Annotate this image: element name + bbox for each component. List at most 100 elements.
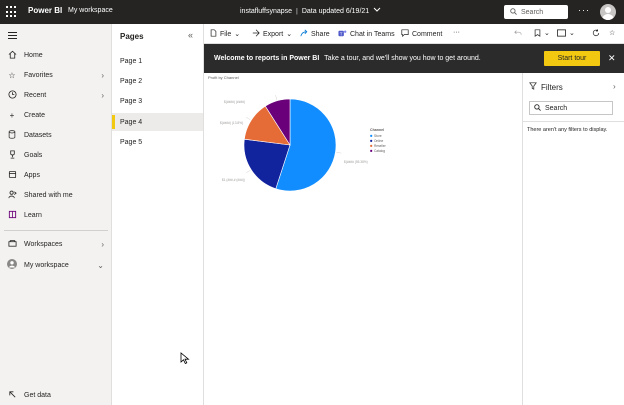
share-icon	[300, 29, 308, 39]
pie-data-label: $(#### (55.38%)	[344, 160, 368, 164]
export-menu-button[interactable]: Export ⌄	[252, 29, 292, 39]
search-label: Search	[521, 8, 544, 16]
clock-icon	[0, 89, 24, 101]
legend-label: Store	[374, 134, 382, 138]
filters-empty-text: There aren't any filters to display.	[527, 127, 608, 133]
nav-label: My workspace	[24, 261, 69, 269]
app-launcher-icon[interactable]	[6, 6, 18, 18]
user-avatar[interactable]	[600, 4, 616, 20]
nav-label: Workspaces	[24, 240, 63, 248]
collapse-pages-icon[interactable]: «	[188, 30, 193, 40]
nav-item-home[interactable]: Home	[0, 46, 112, 64]
star-icon: ☆	[8, 70, 16, 80]
trophy-icon	[0, 149, 24, 161]
nav-label: Get data	[24, 391, 51, 399]
nav-label: Create	[24, 111, 46, 119]
chevron-down-icon	[373, 7, 381, 15]
favorite-star-icon[interactable]: ☆	[609, 29, 615, 37]
legend-marker[interactable]	[370, 139, 373, 142]
left-navigation: Home ☆ Favorites › Recent › + Create Dat…	[0, 24, 112, 405]
banner-message: Welcome to reports in Power BI Take a to…	[214, 55, 481, 62]
banner-text: Take a tour, and we'll show you how to g…	[324, 55, 481, 62]
chevron-down-icon[interactable]: ⌄	[97, 261, 104, 270]
pie-data-label: $1 (###,# (###))	[222, 178, 245, 182]
filters-search-input[interactable]: Search	[529, 101, 613, 115]
svg-text:T: T	[340, 31, 343, 36]
nav-label: Goals	[24, 151, 43, 159]
global-search-box[interactable]: Search	[504, 5, 568, 19]
home-icon	[0, 50, 24, 61]
workspaces-icon	[0, 239, 24, 250]
nav-item-my-workspace[interactable]: My workspace ⌄	[0, 256, 112, 274]
search-icon	[510, 7, 517, 17]
nav-item-apps[interactable]: Apps	[0, 166, 112, 184]
chevron-right-icon[interactable]: ›	[613, 82, 616, 91]
comment-icon	[401, 29, 409, 39]
chat-label: Chat in Teams	[350, 31, 395, 38]
file-label: File	[220, 30, 232, 38]
page-tab[interactable]: Page 2	[112, 72, 203, 90]
hamburger-menu-icon[interactable]	[8, 32, 17, 41]
page-tab-active[interactable]: Page 4	[112, 113, 203, 131]
pie-chart[interactable]: $(#### (55.38%) $1 (###,# (###)) $(####) (…	[204, 81, 522, 201]
comment-button[interactable]: Comment	[401, 29, 442, 39]
file-menu-button[interactable]: File ⌄	[210, 29, 240, 39]
share-button[interactable]: Share	[300, 29, 330, 39]
chevron-right-icon[interactable]: ›	[101, 240, 104, 249]
legend-label: Reseller	[374, 144, 387, 148]
filters-pane: Filters › Search There aren't any filter…	[522, 73, 624, 405]
nav-item-create[interactable]: + Create	[0, 106, 112, 124]
plus-icon: +	[9, 110, 15, 120]
chat-in-teams-button[interactable]: T Chat in Teams	[338, 29, 395, 40]
nav-item-workspaces[interactable]: Workspaces ›	[0, 235, 112, 253]
title-separator: |	[296, 7, 298, 15]
book-icon	[0, 210, 24, 221]
bookmark-icon[interactable]: ⌄	[534, 29, 550, 37]
view-icon[interactable]: ⌄	[557, 29, 575, 37]
page-tab[interactable]: Page 1	[112, 52, 203, 70]
nav-divider	[4, 230, 108, 231]
data-updated-text: Data updated 6/19/21	[301, 7, 370, 15]
top-bar: Power BI My workspace instafluffsynapse …	[0, 0, 624, 24]
report-name: instafluffsynapse	[240, 7, 293, 15]
start-tour-button[interactable]: Start tour	[544, 51, 600, 66]
nav-label: Shared with me	[24, 191, 73, 199]
filter-funnel-icon	[529, 82, 537, 92]
nav-item-datasets[interactable]: Datasets	[0, 126, 112, 144]
legend-marker[interactable]	[370, 134, 373, 137]
undo-icon[interactable]	[514, 29, 522, 37]
share-label: Share	[311, 30, 330, 38]
chevron-right-icon[interactable]: ›	[101, 91, 104, 100]
page-tab[interactable]: Page 5	[112, 133, 203, 151]
page-tab[interactable]: Page 3	[112, 92, 203, 110]
nav-item-recent[interactable]: Recent ›	[0, 86, 112, 104]
mouse-cursor-icon	[180, 352, 190, 364]
nav-item-get-data[interactable]: Get data	[0, 386, 112, 404]
nav-item-favorites[interactable]: ☆ Favorites ›	[0, 66, 112, 84]
search-icon	[534, 103, 541, 113]
nav-label: Apps	[24, 171, 40, 179]
more-options-button[interactable]: ···	[578, 5, 590, 15]
pages-pane: Pages « Page 1 Page 2 Page 3 Page 4 Page…	[112, 24, 204, 405]
brand-name[interactable]: Power BI	[28, 6, 62, 15]
refresh-icon[interactable]	[592, 29, 600, 37]
workspace-link[interactable]: My workspace	[68, 7, 113, 14]
nav-label: Home	[24, 51, 43, 59]
chevron-right-icon[interactable]: ›	[101, 71, 104, 80]
nav-item-shared-with-me[interactable]: Shared with me	[0, 186, 112, 204]
legend-marker[interactable]	[370, 144, 373, 147]
filters-title: Filters	[541, 82, 563, 92]
toolbar-more-button[interactable]: ···	[453, 29, 460, 36]
share-person-icon	[0, 190, 24, 201]
teams-icon: T	[338, 29, 347, 40]
filters-search-placeholder: Search	[545, 104, 568, 112]
chevron-down-icon: ⌄	[234, 31, 241, 38]
nav-item-goals[interactable]: Goals	[0, 146, 112, 164]
nav-item-learn[interactable]: Learn	[0, 206, 112, 224]
close-icon[interactable]: ✕	[608, 53, 616, 64]
nav-label: Learn	[24, 211, 42, 219]
legend-marker[interactable]	[370, 149, 373, 152]
report-title-bar[interactable]: instafluffsynapse | Data updated 6/19/21	[240, 7, 381, 15]
legend-title: Channel	[370, 128, 384, 132]
database-icon	[0, 129, 24, 141]
